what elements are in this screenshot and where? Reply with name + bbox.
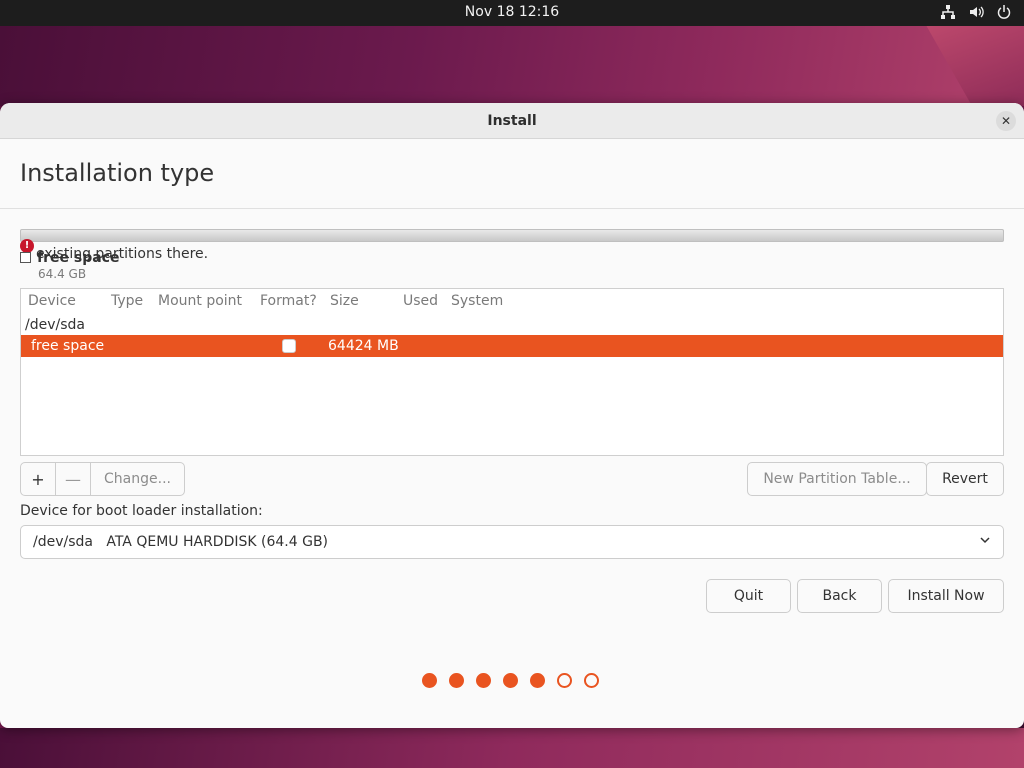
warning-icon: ! [20,239,34,253]
column-system[interactable]: System [451,293,503,309]
table-header: Device Type Mount point Format? Size Use… [21,289,1003,313]
format-checkbox[interactable] [282,339,296,353]
boot-loader-select[interactable]: /dev/sda ATA QEMU HARDDISK (64.4 GB) [20,525,1004,559]
new-partition-table-button[interactable]: New Partition Table... [747,462,927,496]
back-button[interactable]: Back [797,579,882,613]
column-format[interactable]: Format? [260,293,317,309]
chevron-down-icon [979,534,991,549]
progress-dot [476,673,491,688]
boot-device: /dev/sda [33,534,93,550]
close-button[interactable]: ✕ [996,111,1016,131]
row-size: 64424 MB [328,338,399,354]
revert-button[interactable]: Revert [926,462,1004,496]
progress-dots [422,673,599,688]
top-bar: Nov 18 12:16 [0,0,1024,26]
column-used[interactable]: Used [403,293,438,309]
table-row-selected[interactable]: free space 64424 MB [21,335,1003,357]
column-device[interactable]: Device [28,293,76,309]
add-partition-button[interactable]: + [21,463,56,495]
system-tray[interactable] [940,4,1012,20]
column-type[interactable]: Type [111,293,143,309]
network-icon[interactable] [940,4,956,20]
progress-dot [449,673,464,688]
wallpaper-bottom [0,728,1024,768]
device-name: /dev/sda [25,317,85,333]
volume-icon[interactable] [968,4,984,20]
progress-dot [422,673,437,688]
power-icon[interactable] [996,4,1012,20]
boot-loader-value: /dev/sda ATA QEMU HARDDISK (64.4 GB) [33,534,328,550]
partition-edit-buttons: + — Change... [20,462,185,496]
progress-dot [557,673,572,688]
column-mount-point[interactable]: Mount point [158,293,242,309]
clock[interactable]: Nov 18 12:16 [0,4,1024,20]
window-title: Install [487,113,537,129]
free-space-legend-swatch [20,252,31,263]
install-now-button[interactable]: Install Now [888,579,1004,613]
progress-dot [584,673,599,688]
progress-dot [503,673,518,688]
desktop-wallpaper [0,26,1024,106]
partition-bar [20,229,1004,242]
column-size[interactable]: Size [330,293,359,309]
boot-loader-label: Device for boot loader installation: [20,503,263,519]
change-partition-button[interactable]: Change... [91,463,184,495]
boot-device-description: ATA QEMU HARDDISK (64.4 GB) [106,534,329,550]
quit-button[interactable]: Quit [706,579,791,613]
remove-partition-button[interactable]: — [56,463,91,495]
partition-table[interactable]: Device Type Mount point Format? Size Use… [20,288,1004,456]
page-title: Installation type [20,159,215,187]
free-space-legend-label: free space [37,250,120,266]
title-bar: Install ✕ [0,103,1024,139]
row-device: free space [31,338,105,354]
free-space-legend-size: 64.4 GB [38,267,87,281]
installer-window: Install ✕ Installation type ! existing p… [0,103,1024,728]
progress-dot [530,673,545,688]
table-row[interactable]: /dev/sda [21,313,1003,335]
page-header: Installation type [0,139,1024,209]
